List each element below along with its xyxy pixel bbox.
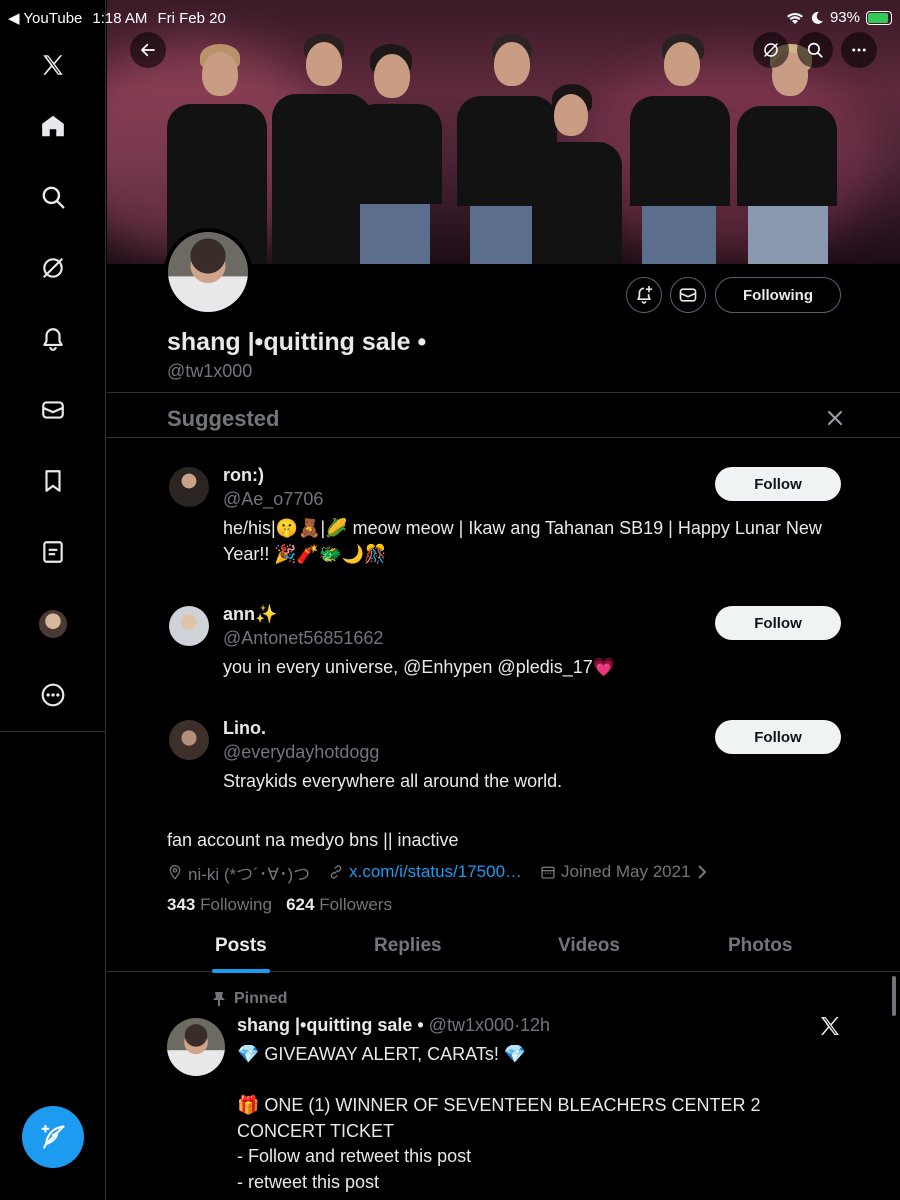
follow-button[interactable]: Follow (715, 467, 841, 501)
follow-counts: 343 Following 624 Followers (167, 895, 392, 915)
post-author-name[interactable]: shang |•quitting sale • (237, 1015, 424, 1035)
followers-count-link[interactable]: 624 Followers (286, 895, 392, 914)
post-header: shang |•quitting sale • @tw1x000·12h (237, 1015, 550, 1036)
pinned-indicator: Pinned (212, 990, 287, 1008)
profile-avatar[interactable] (164, 228, 252, 316)
tab-videos[interactable]: Videos (558, 920, 620, 972)
back-to-app-link[interactable]: ◀ YouTube (8, 9, 82, 27)
battery-fill (868, 12, 889, 23)
moon-icon (811, 11, 823, 24)
scrollbar[interactable] (892, 976, 896, 1016)
post-timestamp[interactable]: ·12h (514, 1015, 550, 1035)
envelope-icon (679, 288, 697, 302)
link-icon (330, 865, 342, 879)
back-arrow-icon (141, 43, 155, 57)
suggested-account-handle: @everydayhotdogg (223, 742, 380, 762)
profile-location: ni-ki (*つ´･∀･)つ (188, 864, 311, 884)
suggested-account-bio: you in every universe, @Enhypen @pledis_… (223, 657, 616, 677)
profile-display-name: shang |•quitting sale • (167, 328, 427, 356)
more-icon[interactable] (0, 670, 106, 720)
grok-button[interactable] (753, 32, 789, 68)
profile-meta: ni-ki (*つ´･∀･)つ x.com/i/status/17500… Jo… (167, 860, 720, 885)
calendar-icon (541, 866, 555, 879)
notify-button[interactable] (626, 277, 662, 313)
suggested-account-avatar[interactable] (169, 720, 209, 760)
profile-page: Following shang |•quitting sale • @tw1x0… (107, 0, 900, 1200)
sidebar-divider (0, 731, 106, 732)
following-label: Following (200, 895, 272, 914)
dismiss-suggested-button[interactable] (823, 406, 847, 430)
post-text: 💎 GIVEAWAY ALERT, CARATs! 💎 🎁 ONE (1) WI… (237, 1044, 761, 1192)
suggested-account-name[interactable]: ron:) (223, 465, 264, 486)
active-tab-indicator (212, 969, 270, 973)
compose-feather-icon (41, 1124, 65, 1149)
suggested-account-avatar[interactable] (169, 606, 209, 646)
follow-button[interactable]: Follow (715, 606, 841, 640)
suggested-heading: Suggested (167, 406, 280, 431)
status-date: Fri Feb 20 (157, 9, 226, 27)
location-pin-icon (169, 865, 181, 880)
close-icon (828, 411, 842, 425)
post-author-avatar[interactable] (167, 1018, 225, 1076)
suggested-account-avatar[interactable] (169, 467, 209, 507)
suggested-account-bio: Straykids everywhere all around the worl… (223, 771, 563, 791)
grok-icon[interactable] (0, 243, 106, 293)
profile-handle: @tw1x000 (167, 361, 253, 381)
suggested-account-handle: @Ae_o7706 (223, 489, 324, 509)
search-icon[interactable] (0, 172, 106, 222)
status-time: 1:18 AM (92, 9, 148, 27)
search-icon (807, 42, 823, 58)
joined-item[interactable]: Joined May 2021 (540, 862, 707, 882)
pinned-label: Pinned (234, 990, 288, 1007)
x-logo-icon[interactable] (0, 40, 106, 90)
message-button[interactable] (670, 277, 706, 313)
status-bar: ◀ YouTube 1:18 AM Fri Feb 20 93% (0, 0, 900, 36)
pin-icon (213, 992, 225, 1006)
home-icon[interactable] (0, 101, 106, 151)
suggested-account-handle: @Antonet56851662 (223, 628, 384, 648)
following-count: 343 (167, 895, 196, 914)
suggested-account-name[interactable]: ann✨ (223, 604, 277, 625)
search-profile-button[interactable] (797, 32, 833, 68)
profile-banner-image[interactable] (107, 0, 900, 264)
profile-avatar-thumb (39, 610, 67, 638)
bell-plus-icon (637, 285, 653, 304)
back-button[interactable] (130, 32, 166, 68)
suggested-account-bio: he/his|🤫🧸|🌽 meow meow | Ikaw ang Tahanan… (223, 518, 822, 564)
following-button[interactable]: Following (715, 277, 841, 313)
more-horizontal-icon (852, 48, 866, 52)
suggested-account-name[interactable]: Lino. (223, 718, 266, 739)
x-logo-icon[interactable] (818, 1014, 842, 1038)
profile-avatar-icon[interactable] (0, 599, 106, 649)
lists-icon[interactable] (0, 527, 106, 577)
chevron-right-icon (697, 865, 706, 879)
followers-label: Followers (319, 895, 392, 914)
battery-percent: 93% (829, 9, 860, 26)
messages-envelope-icon[interactable] (0, 385, 106, 435)
tab-replies[interactable]: Replies (374, 920, 442, 972)
following-count-link[interactable]: 343 Following (167, 895, 272, 914)
link-item[interactable]: x.com/i/status/17500… (328, 862, 522, 882)
battery-icon (866, 10, 892, 25)
notifications-bell-icon[interactable] (0, 314, 106, 364)
profile-joined: Joined May 2021 (561, 862, 691, 881)
tab-posts[interactable]: Posts (215, 920, 267, 972)
tab-photos[interactable]: Photos (728, 920, 792, 972)
post-author-handle[interactable]: @tw1x000 (429, 1015, 514, 1035)
grok-icon (764, 43, 778, 57)
profile-link[interactable]: x.com/i/status/17500… (349, 862, 522, 882)
profile-tabs: Posts Replies Videos Photos (107, 920, 900, 972)
divider (107, 437, 900, 438)
wifi-icon (786, 12, 803, 24)
compose-button[interactable] (22, 1106, 84, 1168)
location-item: ni-ki (*つ´･∀･)つ (167, 860, 310, 885)
profile-bio: fan account na medyo bns || inactive (167, 830, 459, 850)
more-options-button[interactable] (841, 32, 877, 68)
followers-count: 624 (286, 895, 315, 914)
divider (107, 392, 900, 393)
bookmarks-icon[interactable] (0, 456, 106, 506)
sidebar (0, 0, 106, 1200)
follow-button[interactable]: Follow (715, 720, 841, 754)
